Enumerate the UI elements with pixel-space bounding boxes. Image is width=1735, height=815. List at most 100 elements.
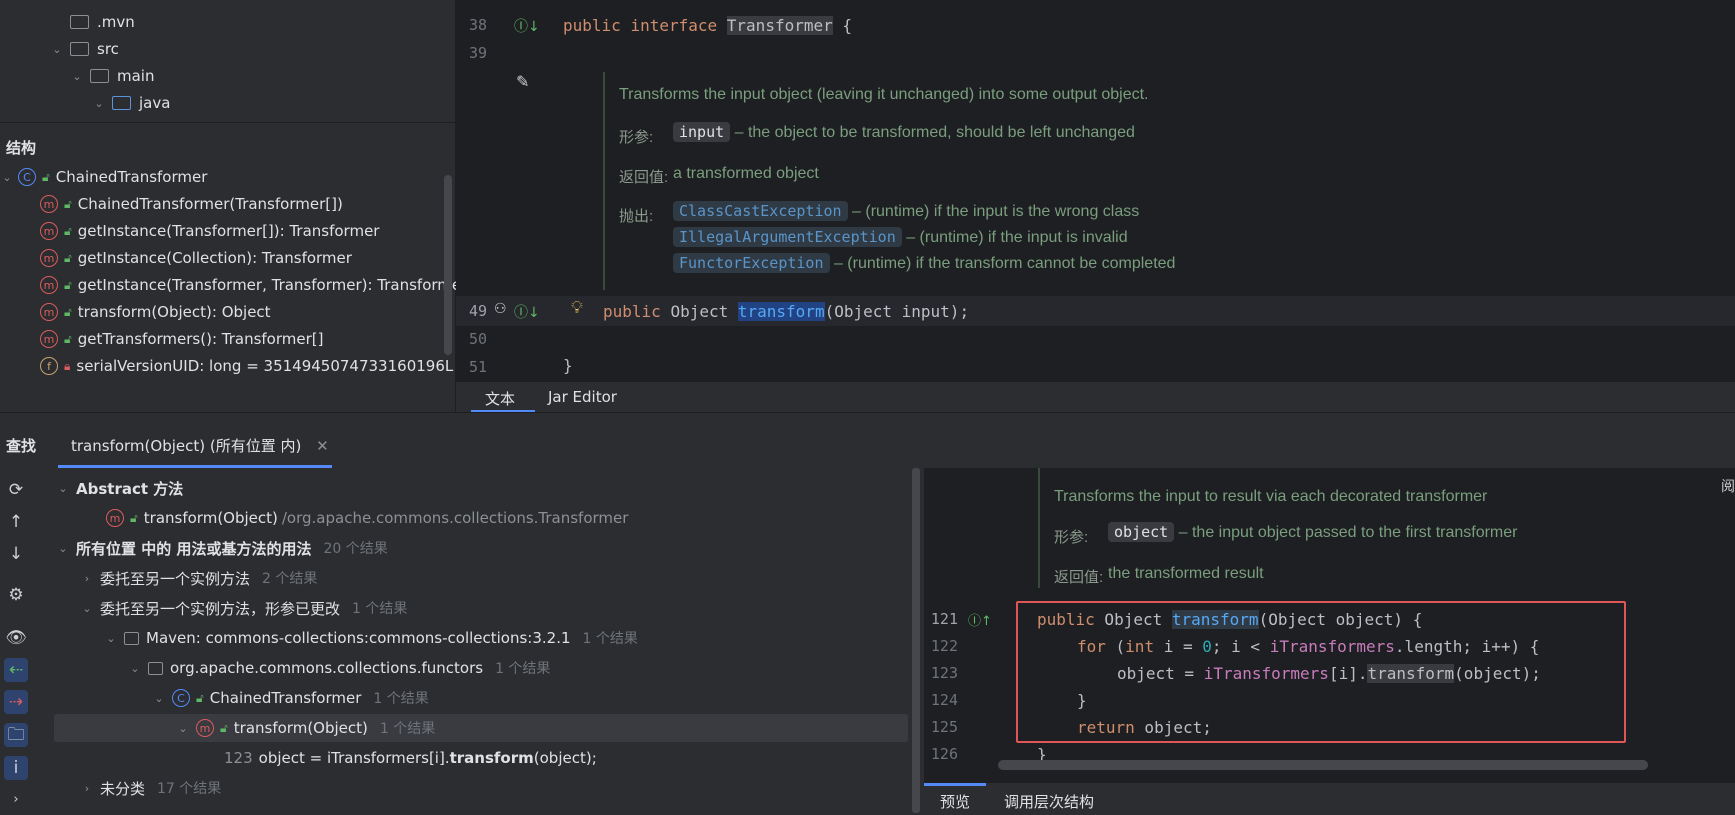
line-number: 50 [468, 330, 487, 348]
tree-item-src[interactable]: ⌄ src [50, 36, 119, 62]
implemented-icon[interactable]: Ⓘ↓ [514, 16, 540, 36]
chevron-down-icon[interactable]: ⌄ [80, 602, 94, 615]
exception-link[interactable]: IllegalArgumentException [673, 227, 902, 247]
doc-summary: Transforms the input to result via each … [1054, 488, 1488, 505]
line-number: 125 [930, 718, 958, 736]
result-method[interactable]: ⌄ m 🔓︎ transform(Object) 1 个结果 [176, 714, 435, 742]
folder-icon [90, 69, 109, 83]
group-by-folder-icon[interactable]: 🗀︎ [4, 723, 28, 747]
line-number: 49 [468, 302, 487, 320]
tab-text[interactable]: 文本 [485, 388, 515, 409]
result-group-abstract[interactable]: ⌄ Abstract 方法 [56, 474, 183, 502]
param-name-chip: input [673, 122, 731, 142]
chevron-down-icon[interactable]: ⌄ [50, 43, 64, 56]
structure-member[interactable]: m 🔓︎ ChainedTransformer(Transformer[]) [40, 190, 343, 218]
chevron-down-icon[interactable]: ⌄ [104, 632, 118, 645]
usage-preview[interactable]: 阅 Transforms the input to result via eac… [924, 468, 1735, 783]
package-icon [148, 661, 163, 675]
chevron-down-icon[interactable]: ⌄ [70, 70, 84, 83]
usages-icon[interactable]: ⚇ [494, 301, 507, 317]
tab-call-hierarchy[interactable]: 调用层次结构 [1004, 791, 1094, 812]
code-editor[interactable]: 38 39 Ⓘ↓ ✎ public interface Transformer … [456, 0, 1735, 412]
chevron-down-icon[interactable]: ⌄ [176, 722, 190, 735]
result-package[interactable]: ⌄ org.apache.commons.collections.functor… [128, 654, 550, 682]
tree-item-main[interactable]: ⌄ main [70, 63, 154, 89]
chevron-down-icon[interactable]: ⌄ [152, 692, 166, 705]
field-icon: f [40, 357, 58, 375]
static-method-icon: m [40, 222, 58, 240]
doc-returns-label: 返回值: [619, 169, 669, 186]
method-icon: m [40, 303, 58, 321]
chevron-down-icon[interactable]: ⌄ [128, 662, 142, 675]
doc-throws-row: FunctorException – (runtime) if the tran… [673, 253, 1175, 273]
tab-preview[interactable]: 预览 [940, 791, 970, 812]
implemented-icon[interactable]: Ⓘ↓ [514, 302, 540, 322]
result-group-delegate-changed[interactable]: ⌄ 委托至另一个实例方法，形参已更改 1 个结果 [80, 594, 407, 622]
chevron-right-icon[interactable]: › [80, 572, 94, 585]
library-icon [124, 631, 139, 645]
folder-icon [70, 42, 89, 56]
result-maven-library[interactable]: ⌄ Maven: commons-collections:commons-col… [104, 624, 638, 652]
chevron-right-icon[interactable]: › [80, 782, 94, 795]
exception-link[interactable]: FunctorException [673, 253, 830, 273]
method-icon: m [196, 719, 214, 737]
structure-member[interactable]: f 🔒︎ serialVersionUID: long = 35149450747… [40, 352, 453, 380]
structure-member[interactable]: m 🔓︎ transform(Object): Object [40, 298, 271, 326]
preview-javadoc: Transforms the input to result via each … [1038, 468, 1620, 588]
tree-item-mvn[interactable]: .mvn [70, 9, 135, 35]
chevron-down-icon[interactable]: ⌄ [56, 542, 70, 555]
chevron-right-icon[interactable]: › [4, 788, 28, 812]
result-usage-line[interactable]: 123 object = iTransformers[i]. transform(… [224, 744, 597, 772]
result-group-usages[interactable]: ⌄ 所有位置 中的 用法或基方法的用法 20 个结果 [56, 534, 387, 562]
arrow-down-icon[interactable]: ↓ [4, 542, 28, 566]
structure-member[interactable]: m 🔓︎ getInstance(Transformer[]): Transfor… [40, 217, 379, 245]
tab-jar-editor[interactable]: Jar Editor [548, 388, 617, 406]
private-access-icon: 🔒︎ [64, 358, 71, 373]
line-number: 38 [468, 16, 487, 34]
structure-scrollbar[interactable] [444, 175, 452, 355]
rerun-icon[interactable]: ⟳ [4, 478, 28, 502]
exception-link[interactable]: ClassCastException [673, 201, 848, 221]
write-access-icon[interactable]: ⇢ [4, 690, 28, 714]
arrow-up-icon[interactable]: ↑ [4, 510, 28, 534]
read-access-icon[interactable]: ⇠ [4, 658, 28, 682]
find-toolbar: ⟳ ↑ ↓ ⚙︎ 👁︎ ⇠ ⇢ 🗀︎ i › [0, 468, 42, 815]
preview-horizontal-scrollbar[interactable] [998, 760, 1648, 770]
close-icon[interactable]: ✕ [316, 437, 329, 455]
results-splitter[interactable] [912, 468, 924, 815]
reader-mode-toggle[interactable]: 阅 [1721, 476, 1735, 496]
result-class[interactable]: ⌄ C 🔓︎ ChainedTransformer 1 个结果 [152, 684, 429, 712]
structure-class-item[interactable]: ⌄ C 🔓︎ ChainedTransformer [0, 163, 207, 191]
public-access-icon: 🔓︎ [64, 250, 72, 265]
structure-member[interactable]: m 🔓︎ getInstance(Collection): Transformer [40, 244, 352, 272]
method-icon: m [40, 195, 58, 213]
settings-icon[interactable]: ⚙︎ [4, 583, 28, 607]
info-icon[interactable]: i [4, 756, 28, 780]
method-icon: m [40, 330, 58, 348]
preview-eye-icon[interactable]: 👁︎ [4, 626, 28, 650]
code-line-49: public Object transform(Object input); [603, 302, 970, 321]
overrides-icon[interactable]: Ⓘ↑ [968, 610, 992, 629]
chevron-down-icon[interactable]: ⌄ [0, 171, 14, 184]
result-group-uncategorized[interactable]: › 未分类 17 个结果 [80, 774, 221, 802]
find-tab[interactable]: transform(Object) (所有位置 内) ✕ [71, 435, 329, 456]
line-number: 126 [930, 745, 958, 763]
code-line-51: } [563, 356, 573, 375]
chevron-down-icon[interactable]: ⌄ [92, 97, 106, 110]
tree-item-java[interactable]: ⌄ java [92, 90, 170, 116]
results-scrollbar[interactable] [912, 468, 920, 813]
chevron-down-icon[interactable]: ⌄ [56, 482, 70, 495]
structure-member[interactable]: m 🔓︎ getInstance(Transformer, Transformer… [40, 271, 461, 299]
result-group-delegate[interactable]: › 委托至另一个实例方法 2 个结果 [80, 564, 318, 592]
selected-method-name: transform [737, 302, 825, 321]
edit-doc-icon[interactable]: ✎ [516, 72, 529, 91]
doc-returns-label: 返回值: [1054, 569, 1104, 586]
public-access-icon: 🔓︎ [220, 720, 228, 735]
preview-tabs: 预览 调用层次结构 [924, 783, 1735, 815]
structure-member[interactable]: m 🔓︎ getTransformers(): Transformer[] [40, 325, 323, 353]
static-method-icon: m [40, 249, 58, 267]
lightbulb-icon[interactable]: 💡︎ [571, 298, 583, 318]
doc-returns-desc: the transformed result [1108, 565, 1264, 582]
doc-params-label: 形参: [1054, 529, 1089, 546]
result-abstract-item[interactable]: m 🔓︎ transform(Object) /org.apache.common… [106, 504, 628, 532]
